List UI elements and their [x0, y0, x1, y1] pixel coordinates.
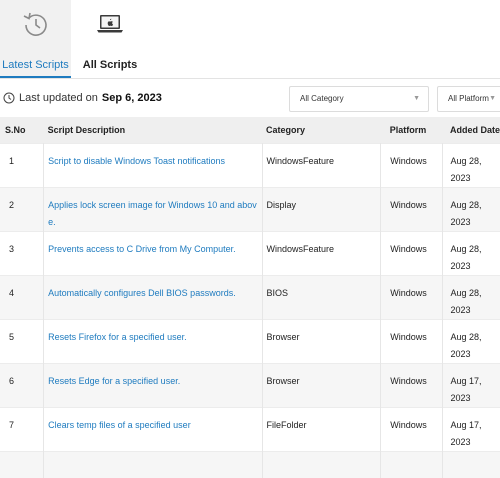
last-updated-date: Sep 6, 2023: [101, 92, 162, 104]
header-sno: S.No: [0, 117, 44, 144]
category-cell: Display: [266, 200, 296, 210]
table-row: 3 Prevents access to C Drive from My Com…: [0, 231, 500, 276]
table-row-partial: [0, 451, 500, 478]
tab-latest-scripts[interactable]: Latest Scripts: [0, 0, 71, 78]
table-row: 6 Resets Edge for a specified user. Brow…: [0, 363, 500, 408]
table-row: 2 Applies lock screen image for Windows …: [0, 187, 500, 232]
row-number: 5: [9, 332, 15, 342]
table-row: 1 Script to disable Windows Toast notifi…: [0, 143, 500, 188]
date-cell: Aug 28,: [450, 244, 482, 254]
row-number: 2: [9, 200, 15, 210]
category-cell: Browser: [266, 376, 300, 386]
script-link[interactable]: Script to disable Windows Toast notifica…: [48, 156, 225, 166]
date-cell-cont: 2023: [450, 305, 471, 315]
table-header-row: S.No Script Description Category Platfor…: [0, 117, 500, 144]
empty-cell: [442, 451, 500, 478]
tab-all-scripts-label: All Scripts: [82, 59, 138, 71]
date-cell: Aug 28,: [450, 200, 482, 210]
platform-cell: Windows: [390, 200, 427, 210]
tab-all-scripts[interactable]: All Scripts: [80, 0, 140, 78]
platform-cell: Windows: [390, 156, 427, 166]
header-added-date: Added Date: [442, 117, 500, 144]
table-row: 4 Automatically configures Dell BIOS pas…: [0, 275, 500, 320]
script-link[interactable]: Resets Firefox for a specified user.: [48, 332, 187, 342]
row-number: 3: [9, 244, 15, 254]
script-link[interactable]: Clears temp files of a specified user: [48, 420, 191, 430]
laptop-apple-icon: [97, 15, 123, 33]
row-number: 6: [9, 376, 15, 386]
date-cell-cont: 2023: [450, 261, 471, 271]
platform-cell: Windows: [390, 244, 427, 254]
last-updated: Last updated on Sep 6, 2023: [3, 92, 162, 104]
platform-cell: Windows: [390, 332, 427, 342]
table-row: 5 Resets Firefox for a specified user. B…: [0, 319, 500, 364]
script-link[interactable]: Applies lock screen image for Windows 10…: [48, 200, 257, 210]
date-cell: Aug 28,: [450, 156, 482, 166]
header-description: Script Description: [43, 117, 263, 144]
tab-bar: Latest Scripts All Scripts: [0, 0, 500, 79]
category-filter-select[interactable]: All Category ▼: [289, 86, 429, 112]
row-number: 4: [9, 288, 15, 298]
chevron-down-icon: ▼: [413, 95, 420, 102]
date-cell: Aug 28,: [450, 288, 482, 298]
empty-cell: [262, 451, 382, 478]
script-link[interactable]: Prevents access to C Drive from My Compu…: [48, 244, 236, 254]
empty-cell: [380, 451, 444, 478]
scripts-table: S.No Script Description Category Platfor…: [0, 117, 500, 478]
row-number: 1: [9, 156, 15, 166]
clock-icon: [3, 92, 15, 104]
row-number: 7: [9, 420, 15, 430]
platform-cell: Windows: [390, 420, 427, 430]
header-category: Category: [262, 117, 381, 144]
platform-cell: Windows: [390, 376, 427, 386]
table-row: 7 Clears temp files of a specified user …: [0, 407, 500, 452]
empty-cell: [43, 451, 264, 478]
last-updated-prefix: Last updated on: [19, 92, 98, 104]
header-platform: Platform: [380, 117, 443, 144]
script-link-cont[interactable]: e.: [48, 217, 56, 227]
script-link[interactable]: Resets Edge for a specified user.: [48, 376, 180, 386]
date-cell: Aug 17, 2023: [450, 376, 482, 403]
empty-cell: [0, 451, 45, 478]
tab-latest-scripts-label: Latest Scripts: [2, 59, 69, 71]
history-icon: [23, 12, 47, 36]
date-cell: Aug 17, 2023: [450, 420, 482, 447]
category-filter-value: All Category: [300, 94, 344, 103]
chevron-down-icon: ▼: [489, 95, 496, 102]
platform-filter-select[interactable]: All Platform ▼: [437, 86, 500, 112]
category-cell: Browser: [266, 332, 300, 342]
category-cell: BIOS: [266, 288, 288, 298]
category-cell: WindowsFeature: [266, 244, 334, 254]
platform-filter-value: All Platform: [448, 94, 489, 103]
date-cell-cont: 2023: [450, 349, 471, 359]
category-cell: FileFolder: [266, 420, 307, 430]
platform-cell: Windows: [390, 288, 427, 298]
script-link[interactable]: Automatically configures Dell BIOS passw…: [48, 288, 236, 298]
category-cell: WindowsFeature: [266, 156, 334, 166]
date-cell-cont: 2023: [450, 173, 471, 183]
date-cell-cont: 2023: [450, 217, 471, 227]
date-cell: Aug 28,: [450, 332, 482, 342]
